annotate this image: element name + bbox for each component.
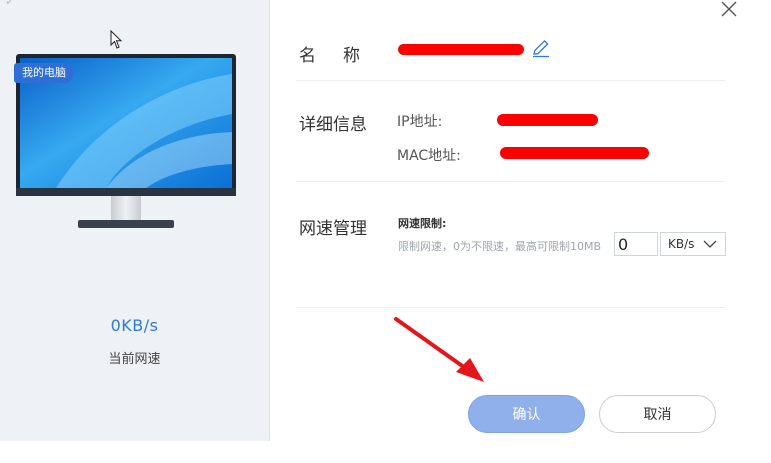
current-speed-label: 当前网速: [108, 352, 161, 367]
mouse-cursor-icon: [110, 30, 123, 49]
mac-label: MAC地址:: [397, 148, 461, 164]
my-computer-badge: 我的电脑: [14, 63, 74, 83]
corner-check-icon: ✓: [5, 0, 16, 8]
chevron-down-icon: [703, 240, 717, 248]
device-panel: ✓ 我的电脑 0KB/s 当前网速: [0, 0, 270, 441]
details-label: 详细信息: [299, 115, 367, 135]
close-icon[interactable]: [718, 0, 740, 20]
unit-select[interactable]: KB/s: [660, 232, 726, 256]
divider-1: [296, 80, 725, 81]
speed-limit-title: 网速限制:: [398, 217, 447, 230]
edit-name-icon[interactable]: [531, 38, 551, 58]
unit-select-value: KB/s: [668, 237, 695, 251]
speed-limit-input[interactable]: [614, 232, 658, 256]
divider-2: [296, 181, 725, 182]
redacted-mac: [500, 147, 649, 159]
ip-label: IP地址:: [397, 114, 443, 130]
redacted-device-name: [398, 44, 524, 55]
current-speed-value: 0KB/s: [110, 316, 159, 335]
speed-limit-hint: 限制网速，0为不限速，最高可限制10MB: [398, 240, 602, 253]
divider-3: [296, 307, 725, 308]
speed-management-label: 网速管理: [299, 219, 367, 239]
redacted-ip: [497, 114, 598, 126]
cancel-button[interactable]: 取消: [599, 395, 716, 433]
confirm-button[interactable]: 确认: [468, 395, 585, 433]
name-label: 名称: [299, 46, 387, 66]
